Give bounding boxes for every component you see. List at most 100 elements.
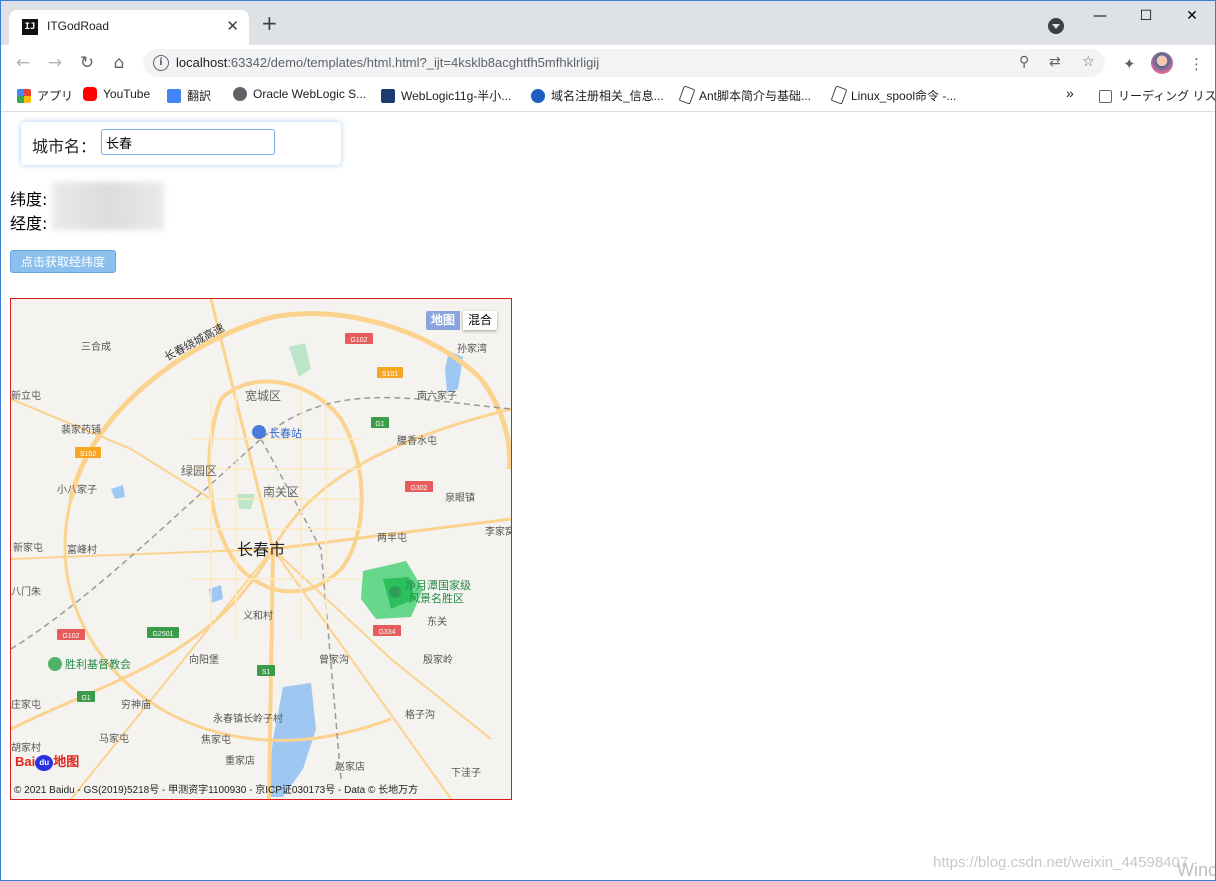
feather-icon <box>678 85 696 105</box>
label-kuancheng: 宽城区 <box>245 388 281 403</box>
label-jingyuetan: 净月潭国家级 <box>405 578 471 592</box>
csdn-watermark: https://blog.csdn.net/weixin_44598407 <box>933 854 1189 871</box>
minimize-button[interactable]: — <box>1077 1 1123 31</box>
maximize-button[interactable]: ☐ <box>1123 1 1169 31</box>
label-xiawazi: 下洼子 <box>451 766 481 779</box>
label-quanyanzhen: 泉眼镇 <box>445 491 475 504</box>
bookmark-domain[interactable]: 域名注册相关_信息... <box>531 87 664 105</box>
address-bar[interactable]: i localhost:63342/demo/templates/html.ht… <box>143 49 1105 77</box>
reading-list-button[interactable]: リーディング リスト <box>1099 87 1216 105</box>
shield-g102b: G102 <box>62 633 79 640</box>
label-yinjialing: 殷家岭 <box>423 653 453 666</box>
bookmark-ant[interactable]: Ant脚本简介与基础... <box>678 85 811 105</box>
url-text[interactable]: localhost:63342/demo/templates/html.html… <box>176 55 599 70</box>
baidu-map-logo: Bai du 地图 <box>15 751 79 771</box>
shield-g1a: G1 <box>375 421 384 428</box>
city-input[interactable] <box>101 129 275 155</box>
youtube-icon <box>83 87 97 101</box>
label-ring-expressway: 长春绕城高速 <box>162 320 227 363</box>
translate-icon <box>167 89 181 103</box>
map-type-map-button[interactable]: 地图 <box>426 311 461 330</box>
bookmark-linux-spool[interactable]: Linux_spool命令 -... <box>830 85 956 105</box>
logo-map: 地图 <box>53 754 80 769</box>
intellij-favicon-icon: IJ <box>22 19 38 35</box>
bookmark-star-icon[interactable]: ☆ <box>1082 54 1095 70</box>
label-xinjiatun: 新家屯 <box>13 541 43 554</box>
label-dongdian: 重家店 <box>225 754 255 767</box>
map-copyright: © 2021 Baidu - GS(2019)5218号 - 甲测资字11009… <box>14 785 419 796</box>
title-bar: IJ ITGodRoad ✕ + — ☐ ✕ <box>1 1 1215 45</box>
home-icon[interactable]: ⌂ <box>107 51 131 75</box>
bookmark-weblogic11g[interactable]: WebLogic11g-半小... <box>381 87 511 105</box>
vs-icon <box>531 89 545 103</box>
bookmark-youtube[interactable]: YouTube <box>83 87 150 105</box>
shield-s1: S1 <box>262 669 271 676</box>
label-xiaoliujiazi: 小八家子 <box>57 483 97 496</box>
map-canvas: G102 S101 G1 S102 G302 G334 G2501 G102 S… <box>11 299 511 799</box>
label-station: 长春站 <box>269 426 302 440</box>
shield-g102a: G102 <box>350 337 367 344</box>
shield-g1b: G1 <box>81 695 90 702</box>
label-changchun-city: 长春市 <box>237 540 285 559</box>
browser-toolbar: ← → ↻ ⌂ i localhost:63342/demo/templates… <box>1 45 1215 81</box>
site-info-icon[interactable]: i <box>153 55 169 71</box>
bookmark-translate[interactable]: 翻訳 <box>167 87 211 105</box>
label-lvyuan: 绿园区 <box>181 463 217 478</box>
label-yixiangshui: 腰香水屯 <box>397 434 437 447</box>
tab-search-icon[interactable] <box>1048 18 1064 34</box>
label-yongchun: 永春镇长岭子村 <box>213 712 283 725</box>
label-shengli-church: 胜利基督教会 <box>65 657 131 671</box>
translate-page-icon[interactable]: ⇄ <box>1049 54 1061 70</box>
extensions-puzzle-icon[interactable]: ✦ <box>1123 55 1136 73</box>
church-pin-icon <box>48 657 62 671</box>
close-window-button[interactable]: ✕ <box>1169 1 1215 31</box>
bookmark-label: 域名注册相关_信息... <box>551 89 664 103</box>
station-icon <box>252 425 266 439</box>
reading-list-icon <box>1099 90 1112 103</box>
bookmark-oracle-weblogic[interactable]: Oracle WebLogic S... <box>233 87 366 105</box>
feather-icon <box>830 85 848 105</box>
new-tab-button[interactable]: + <box>261 13 278 33</box>
apps-grid-icon <box>17 89 31 103</box>
bookmark-label: 翻訳 <box>187 89 212 103</box>
profile-avatar[interactable] <box>1151 52 1173 74</box>
menu-kebab-icon[interactable]: ⋮ <box>1189 55 1204 73</box>
label-sunjiawan: 孙家湾 <box>457 342 487 355</box>
label-nanguan: 南关区 <box>263 484 299 499</box>
coordinates-redacted <box>52 182 164 230</box>
label-nanliujiazi: 南六家子 <box>417 389 457 402</box>
park-north <box>289 343 311 377</box>
location-pin-icon[interactable]: ⚲ <box>1019 54 1029 70</box>
csdn-icon <box>381 89 395 103</box>
bookmark-label: アプリ <box>37 89 74 103</box>
tab-close-icon[interactable]: ✕ <box>226 17 239 35</box>
tab-title: ITGodRoad <box>47 19 110 33</box>
label-jingyuetan-2: 风景名胜区 <box>409 591 464 605</box>
label-zhaojiadian: 赵家店 <box>335 760 365 773</box>
back-arrow-icon[interactable]: ← <box>11 51 35 75</box>
map-type-hybrid-button[interactable]: 混合 <box>463 311 498 330</box>
label-jiaojiatun: 焦家屯 <box>201 733 231 746</box>
bookmark-apps[interactable]: アプリ <box>17 87 73 105</box>
bookmark-label: Oracle WebLogic S... <box>253 87 367 101</box>
reload-icon[interactable]: ↻ <box>75 51 99 75</box>
tab-itgodroad[interactable]: IJ ITGodRoad ✕ <box>9 10 249 45</box>
label-lijiawo: 李家窝 <box>485 525 511 538</box>
city-label: 城市名： <box>32 137 97 156</box>
logo-bai: Bai <box>15 754 36 769</box>
forward-arrow-icon[interactable]: → <box>43 51 67 75</box>
bookmarks-overflow-button[interactable]: » <box>1066 85 1074 103</box>
bookmark-label: YouTube <box>103 87 151 101</box>
browser-window: IJ ITGodRoad ✕ + — ☐ ✕ ← → ↻ ⌂ i localho… <box>0 0 1216 881</box>
label-sanhecheng: 三合成 <box>81 340 111 353</box>
reading-list-label: リーディング リスト <box>1118 89 1216 103</box>
page-content: 城市名： 纬度: 经度: 点击获取经纬度 <box>1 112 1215 880</box>
label-gezigou: 格子沟 <box>405 708 435 721</box>
get-coordinates-button[interactable]: 点击获取经纬度 <box>10 250 116 273</box>
park-central <box>237 494 255 509</box>
shield-g302: G302 <box>410 485 427 492</box>
label-fuxicun: 富峰村 <box>67 543 97 556</box>
baidu-map[interactable]: G102 S101 G1 S102 G302 G334 G2501 G102 S… <box>10 298 512 800</box>
shield-g334: G334 <box>378 629 395 636</box>
shield-s102: S102 <box>80 451 96 458</box>
